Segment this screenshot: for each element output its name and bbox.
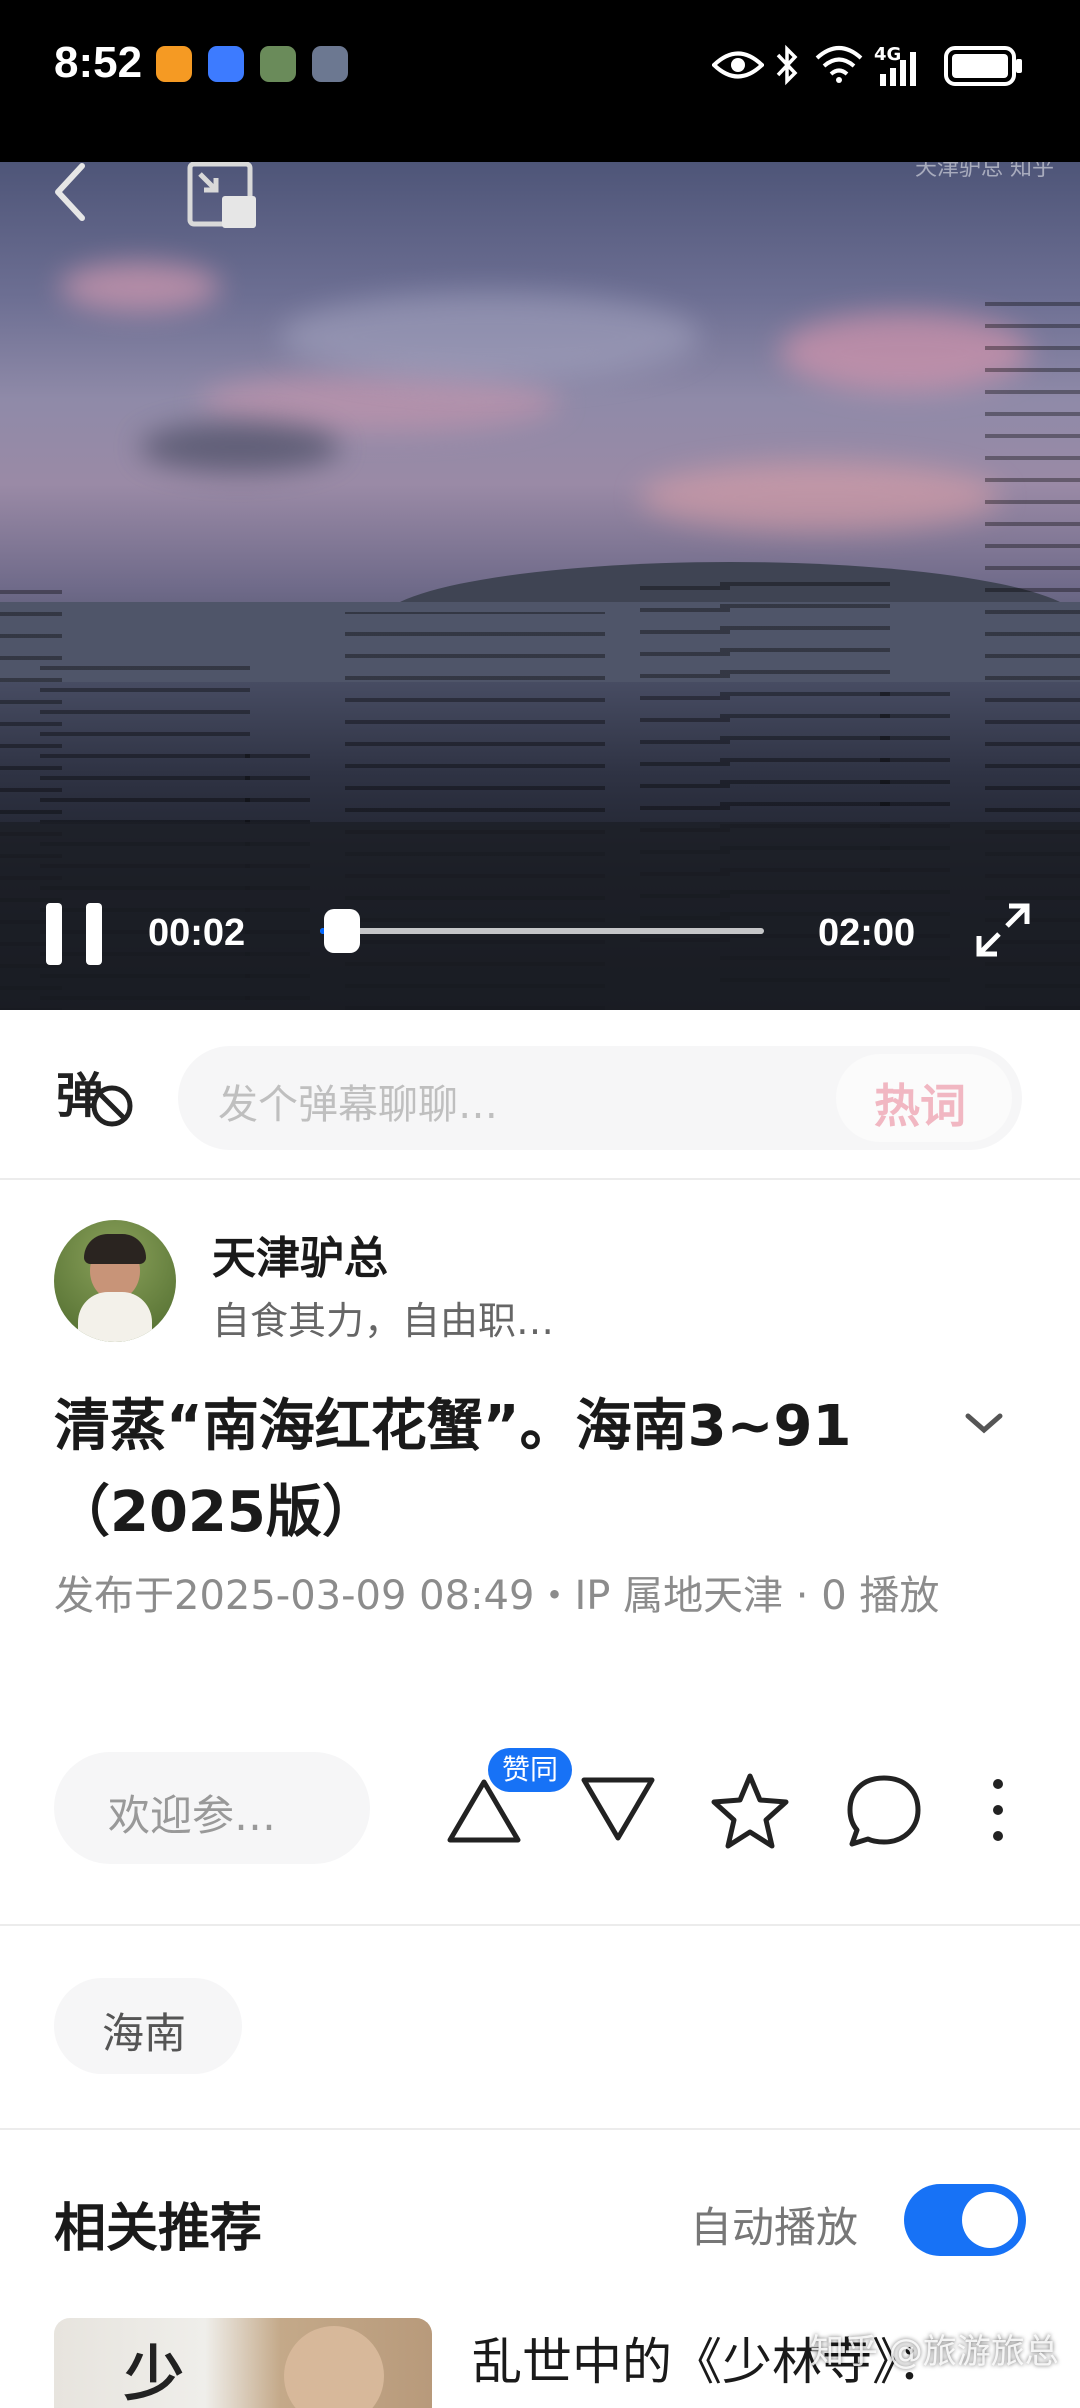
divider	[0, 2128, 1080, 2130]
game-app-icon-2	[312, 46, 348, 82]
bluetooth-icon	[776, 44, 798, 86]
post-meta: 发布于2025-03-09 08:49・IP 属地天津 · 0 播放	[54, 1573, 940, 1619]
more-icon[interactable]	[980, 1770, 1016, 1850]
downvote-icon[interactable]	[578, 1770, 658, 1850]
video-watermark: 天津驴总 知乎	[915, 162, 1054, 181]
chevron-down-icon[interactable]	[964, 1410, 1004, 1440]
sky-cloud	[140, 422, 340, 472]
music-app-icon	[208, 46, 244, 82]
avatar[interactable]	[54, 1220, 176, 1342]
back-icon[interactable]	[46, 162, 94, 232]
author-name[interactable]: 天津驴总	[212, 1222, 388, 1286]
pause-button[interactable]	[46, 903, 102, 965]
autoplay-toggle[interactable]	[904, 2184, 1026, 2256]
eye-icon	[712, 51, 764, 79]
game-app-icon	[260, 46, 296, 82]
divider	[0, 1924, 1080, 1926]
video-player[interactable]: 天津驴总 知乎	[0, 162, 1080, 1010]
comment-placeholder: 欢迎参…	[108, 1791, 277, 1840]
current-time: 00:02	[148, 912, 246, 954]
recommend-title: 相关推荐	[54, 2199, 263, 2259]
pip-icon[interactable]	[186, 162, 260, 232]
status-time: 8:52	[54, 38, 143, 87]
upvote-badge: 赞同	[488, 1748, 572, 1792]
autoplay-label: 自动播放	[690, 2203, 859, 2252]
comment-icon[interactable]	[844, 1770, 924, 1850]
fullscreen-icon[interactable]	[975, 902, 1031, 958]
post-title: 清蒸“南海红花蟹”。海南3~91（2025版）	[54, 1394, 852, 1545]
topic-tag-label: 海南	[102, 2009, 187, 2058]
thumb-text: 少	[124, 2340, 184, 2408]
star-icon[interactable]	[710, 1770, 790, 1850]
divider	[0, 1178, 1080, 1180]
sky-cloud	[60, 262, 220, 312]
progress-knob[interactable]	[323, 909, 360, 953]
sky-cloud	[640, 462, 1000, 532]
notification-app-icon	[156, 46, 192, 82]
danmaku-toggle-icon[interactable]: 弹	[56, 1060, 134, 1130]
author-bio: 自食其力，自由职…	[212, 1299, 555, 1343]
recommend-thumbnail[interactable]: 少	[54, 2318, 432, 2408]
signal-icon	[880, 52, 916, 86]
status-bar: 8:52 4G	[0, 0, 1080, 162]
progress-track[interactable]	[320, 928, 764, 934]
battery-icon	[944, 46, 1022, 86]
topic-tag[interactable]: 海南	[54, 1978, 242, 2074]
comment-input[interactable]: 欢迎参…	[54, 1752, 370, 1864]
site-watermark: 知乎 @旅游旅总	[810, 2332, 1059, 2372]
danmaku-placeholder: 发个弹幕聊聊…	[218, 1082, 498, 1128]
wifi-icon	[815, 46, 863, 83]
hot-words-label: 热词	[874, 1079, 966, 1133]
duration: 02:00	[818, 912, 916, 954]
hot-words-button[interactable]: 热词	[836, 1054, 1012, 1142]
sky-cloud	[280, 292, 700, 382]
